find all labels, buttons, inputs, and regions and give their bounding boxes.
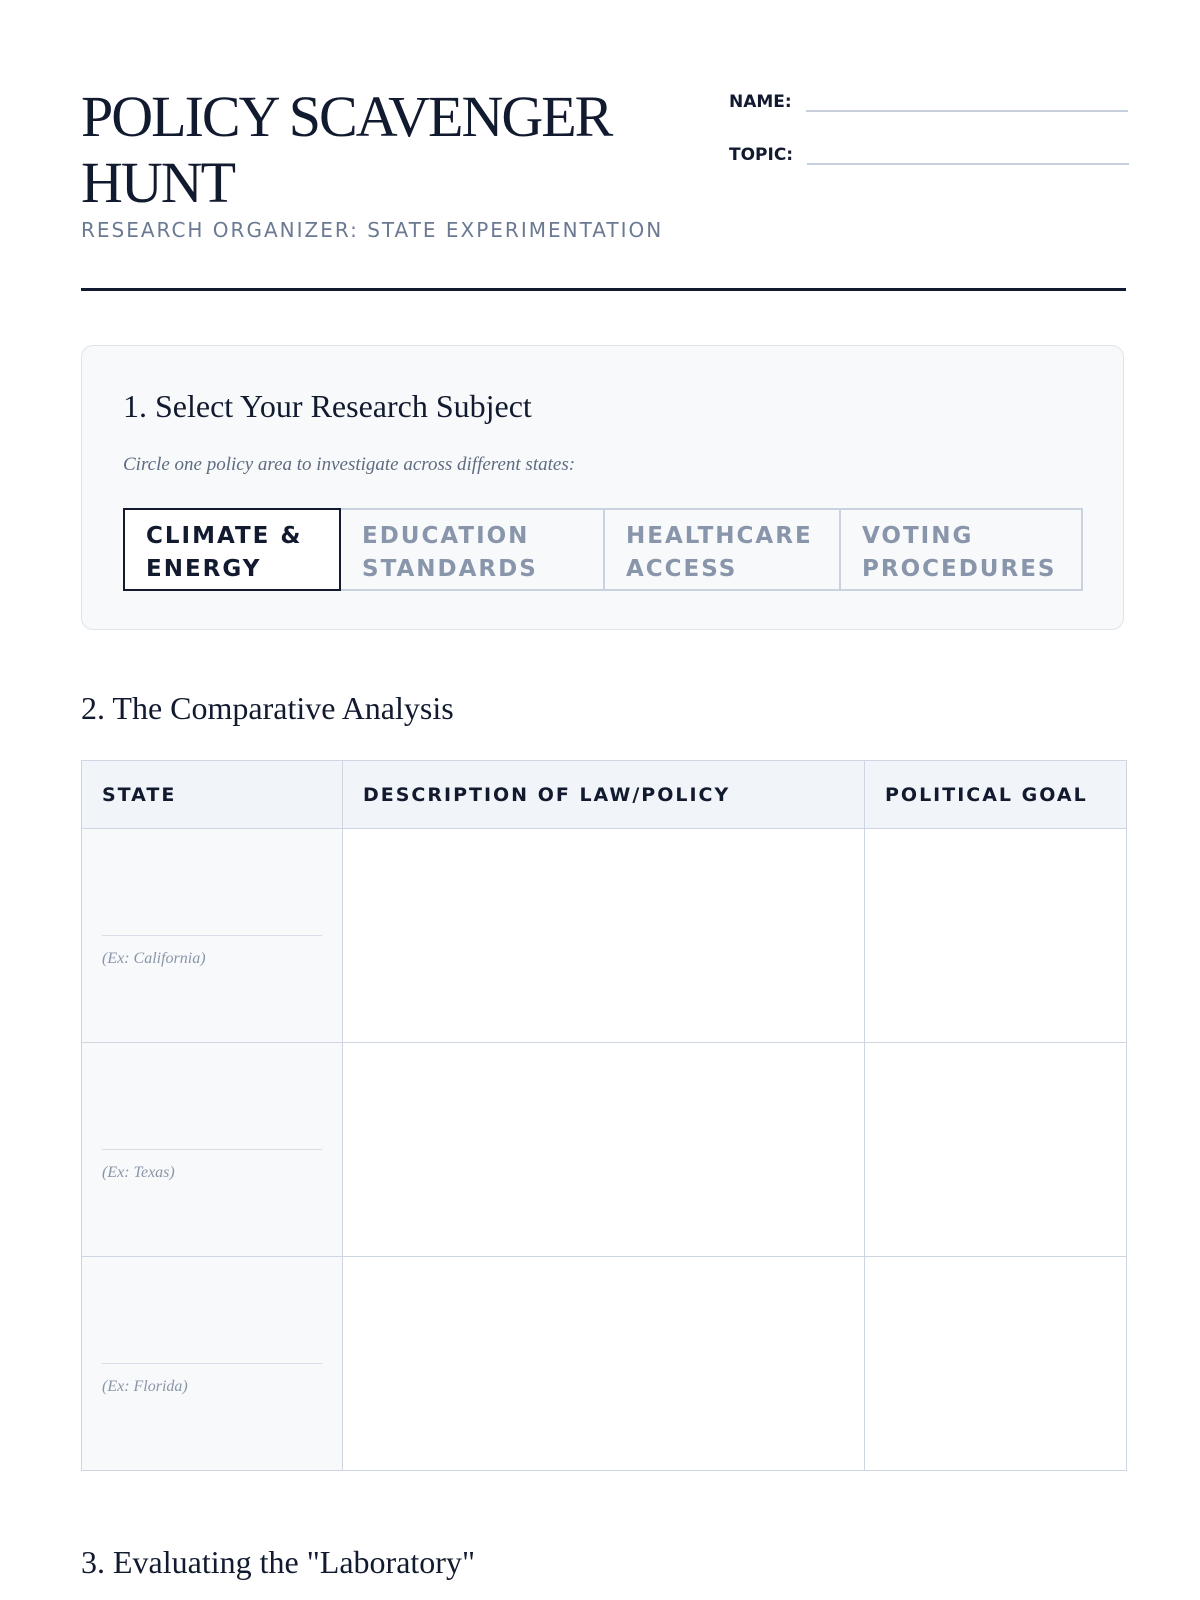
policy-area-options: CLIMATE & ENERGY EDUCATION STANDARDS HEA… — [123, 508, 1083, 591]
state-example: (Ex: California) — [102, 950, 206, 967]
option-climate-energy[interactable]: CLIMATE & ENERGY — [123, 508, 341, 591]
table-row: (Ex: Texas) — [81, 1042, 1127, 1257]
state-cell[interactable]: (Ex: California) — [81, 828, 343, 1043]
column-header-political-goal: POLITICAL GOAL — [864, 760, 1127, 829]
political-goal-cell[interactable] — [864, 828, 1127, 1043]
section-2-heading: 2. The Comparative Analysis — [81, 690, 454, 726]
political-goal-cell[interactable] — [864, 1256, 1127, 1471]
section-1-heading: 1. Select Your Research Subject — [123, 388, 532, 424]
description-cell[interactable] — [342, 1256, 865, 1471]
header-divider — [81, 288, 1126, 291]
name-label: NAME: — [729, 92, 792, 112]
page-title: POLICY SCAVENGER HUNT — [81, 84, 613, 215]
column-header-description: DESCRIPTION OF LAW/POLICY — [342, 760, 865, 829]
description-cell[interactable] — [342, 1042, 865, 1257]
comparative-analysis-table: STATE DESCRIPTION OF LAW/POLICY POLITICA… — [81, 760, 1127, 1471]
column-header-state: STATE — [81, 760, 343, 829]
option-voting-procedures[interactable]: VOTING PROCEDURES — [839, 508, 1083, 591]
state-cell[interactable]: (Ex: Texas) — [81, 1042, 343, 1257]
political-goal-cell[interactable] — [864, 1042, 1127, 1257]
table-row: (Ex: California) — [81, 828, 1127, 1043]
table-row: (Ex: Florida) — [81, 1256, 1127, 1471]
state-cell[interactable]: (Ex: Florida) — [81, 1256, 343, 1471]
worksheet-page: POLICY SCAVENGER HUNT RESEARCH ORGANIZER… — [0, 0, 1200, 1600]
topic-label: TOPIC: — [729, 145, 794, 165]
state-write-line — [102, 1363, 322, 1364]
page-subtitle: RESEARCH ORGANIZER: STATE EXPERIMENTATIO… — [81, 218, 664, 242]
option-healthcare-access[interactable]: HEALTHCARE ACCESS — [603, 508, 841, 591]
topic-field-row: TOPIC: — [729, 143, 1130, 165]
topic-field[interactable] — [807, 143, 1130, 165]
description-cell[interactable] — [342, 828, 865, 1043]
research-subject-card: 1. Select Your Research Subject Circle o… — [81, 345, 1124, 630]
name-field[interactable] — [805, 90, 1128, 112]
option-education-standards[interactable]: EDUCATION STANDARDS — [339, 508, 605, 591]
section-1-instructions: Circle one policy area to investigate ac… — [123, 454, 576, 475]
state-write-line — [102, 1149, 322, 1150]
name-field-row: NAME: — [729, 90, 1128, 112]
state-write-line — [102, 935, 322, 936]
state-example: (Ex: Florida) — [102, 1378, 188, 1395]
table-header-row: STATE DESCRIPTION OF LAW/POLICY POLITICA… — [81, 760, 1127, 829]
section-3-heading: 3. Evaluating the "Laboratory" — [81, 1544, 475, 1580]
state-example: (Ex: Texas) — [102, 1164, 175, 1181]
